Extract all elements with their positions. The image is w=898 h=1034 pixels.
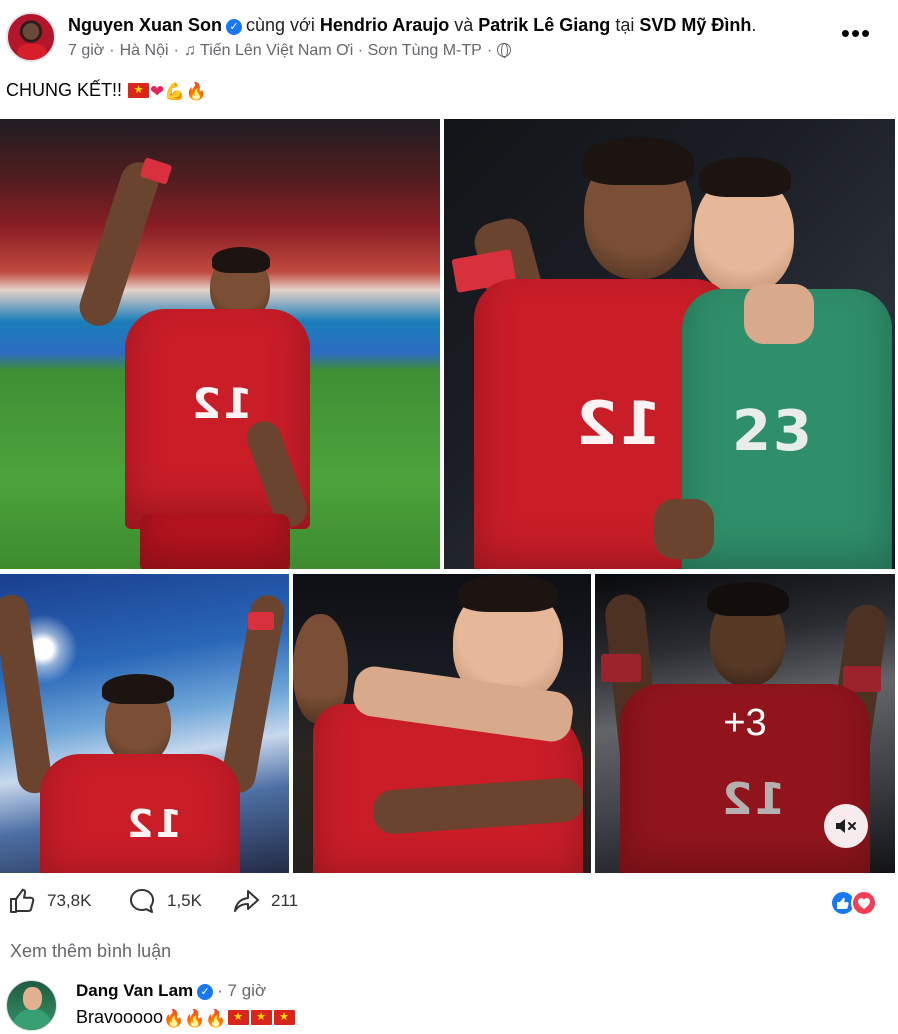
player-hair: [212, 247, 270, 273]
music-track[interactable]: Tiến Lên Việt Nam Ơi · Sơn Tùng M-TP: [200, 42, 482, 59]
commenter-avatar[interactable]: [6, 980, 57, 1031]
post-city[interactable]: Hà Nội: [120, 42, 169, 59]
commenter-name[interactable]: Dang Van Lam: [76, 981, 193, 1000]
caption-text: CHUNG KẾT!!: [6, 80, 123, 100]
player-hair: [582, 137, 694, 185]
location-link[interactable]: SVD Mỹ Đình: [639, 15, 751, 35]
thumbs-up-icon: [10, 888, 35, 913]
post-photo-2[interactable]: 12 23: [444, 119, 895, 569]
with-word: cùng với: [246, 15, 315, 35]
post-caption: CHUNG KẾT!! ❤💪🔥: [6, 78, 207, 104]
meta-dot: ·: [173, 42, 179, 59]
share-count[interactable]: 211: [271, 891, 298, 911]
player-jersey: 12: [40, 754, 240, 873]
reaction-summary[interactable]: [830, 890, 878, 916]
like-count[interactable]: 73,8K: [47, 891, 91, 911]
author-name[interactable]: Nguyen Xuan Son: [68, 15, 222, 35]
fire-icon: 🔥: [205, 1009, 227, 1028]
fire-icon: 🔥: [163, 1009, 185, 1028]
comment-time[interactable]: 7 giờ: [228, 981, 267, 1000]
fist: [654, 499, 714, 559]
comment-bubble-icon: [130, 889, 154, 913]
share-button[interactable]: 211: [232, 882, 298, 920]
flag-vn-icon: [273, 1010, 295, 1025]
fist: [744, 284, 814, 344]
post-header: Nguyen Xuan Son ✓ cùng với Hendrio Araujo …: [0, 0, 898, 72]
player-hair: [458, 574, 558, 612]
meta-dot: ·: [109, 42, 115, 59]
globe-icon: [497, 43, 512, 58]
fire-icon: 🔥: [185, 82, 207, 101]
post-time[interactable]: 7 giờ: [68, 42, 104, 59]
post-photo-3[interactable]: 12: [0, 574, 289, 873]
more-options-button[interactable]: •••: [836, 18, 876, 54]
tagged-user-2[interactable]: Patrik Lê Giang: [478, 15, 610, 35]
jersey-number: 12: [574, 389, 662, 459]
post-title: Nguyen Xuan Son ✓ cùng với Hendrio Araujo …: [68, 14, 756, 36]
fire-icon: 🔥: [184, 1009, 206, 1028]
flag-vn-icon: [128, 83, 150, 98]
raised-arm: [74, 157, 164, 331]
post-photo-5[interactable]: 12 +3: [595, 574, 895, 873]
post-photo-4[interactable]: [293, 574, 591, 873]
goalkeeper-hair: [699, 157, 791, 197]
post-meta: 7 giờ · Hà Nội · ♫ Tiến Lên Việt Nam Ơi · Sơ…: [68, 41, 512, 61]
at-word: tại: [615, 15, 635, 35]
verified-badge-icon: ✓: [226, 19, 243, 35]
shorts: [140, 514, 290, 569]
view-more-comments-link[interactable]: Xem thêm bình luận: [10, 940, 171, 962]
music-note-icon: ♫: [183, 42, 196, 59]
mute-button[interactable]: [824, 804, 868, 848]
like-button[interactable]: 73,8K: [8, 882, 91, 920]
flexed-biceps-icon: 💪: [164, 82, 186, 101]
comment-text: Bravooooo: [76, 1007, 164, 1027]
tagged-user-1[interactable]: Hendrio Araujo: [320, 15, 449, 35]
author-avatar[interactable]: [6, 12, 56, 62]
comment-button[interactable]: 1,5K: [128, 882, 202, 920]
and-word: và: [454, 15, 474, 35]
meta-dot: ·: [486, 42, 493, 59]
flag-vn-icon: [227, 1010, 249, 1025]
comment-text-line: Bravooooo🔥🔥🔥: [76, 1005, 296, 1031]
red-heart-icon: ❤: [150, 82, 165, 101]
location-suffix: .: [751, 15, 757, 35]
love-reaction-icon: [851, 890, 877, 916]
speaker-muted-icon: [836, 819, 856, 833]
wristband: [248, 612, 274, 630]
post-photo-1[interactable]: 12: [0, 119, 440, 569]
jersey-number: 23: [732, 399, 814, 464]
jersey-number: 12: [125, 802, 182, 846]
share-arrow-icon: [234, 890, 259, 912]
verified-badge-icon: ✓: [197, 984, 214, 1000]
comment-author-line: Dang Van Lam ✓ · 7 giờ: [76, 980, 266, 1002]
player-hair: [102, 674, 174, 704]
comment-count[interactable]: 1,5K: [167, 891, 202, 911]
meta-dot: ·: [217, 981, 228, 1000]
more-photos-count[interactable]: +3: [595, 700, 895, 746]
jersey-number: 12: [190, 379, 253, 428]
flag-vn-icon: [250, 1010, 272, 1025]
post-actions: 73,8K 1,5K 211: [0, 882, 898, 920]
